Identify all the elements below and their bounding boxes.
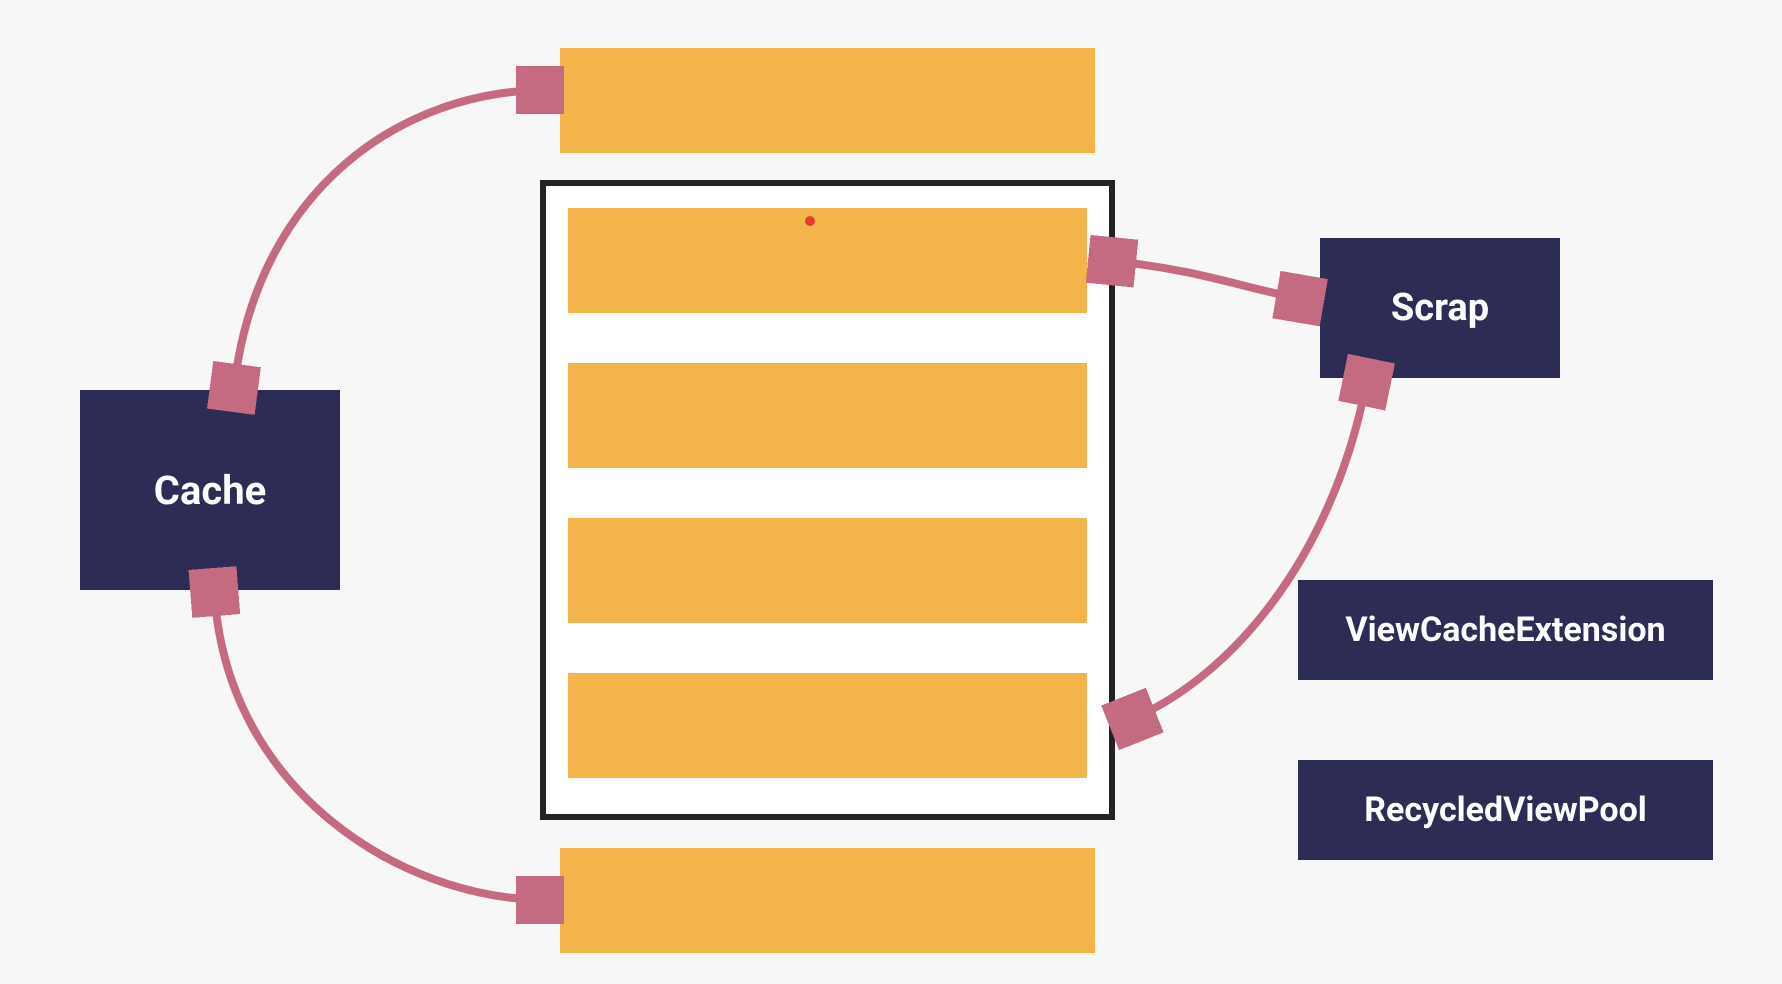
recycled-view-pool-label: RecycledViewPool (1364, 790, 1647, 830)
offscreen-item-bottom (560, 848, 1095, 953)
visible-item-3 (568, 518, 1087, 623)
arrow-cache-to-top (235, 90, 548, 380)
recycled-view-pool-box: RecycledViewPool (1298, 760, 1713, 860)
cache-label: Cache (154, 467, 266, 514)
cursor-dot-icon (805, 216, 815, 226)
scrap-label: Scrap (1391, 286, 1489, 330)
view-cache-extension-label: ViewCacheExtension (1345, 610, 1665, 650)
offscreen-item-top (560, 48, 1095, 153)
visible-item-1 (568, 208, 1087, 313)
cache-box: Cache (80, 390, 340, 590)
scrap-box: Scrap (1320, 238, 1560, 378)
visible-item-2 (568, 363, 1087, 468)
arrow-cache-to-bottom (215, 600, 548, 900)
visible-item-4 (568, 673, 1087, 778)
view-cache-extension-box: ViewCacheExtension (1298, 580, 1713, 680)
arrow-scrap-to-first (1120, 262, 1308, 300)
